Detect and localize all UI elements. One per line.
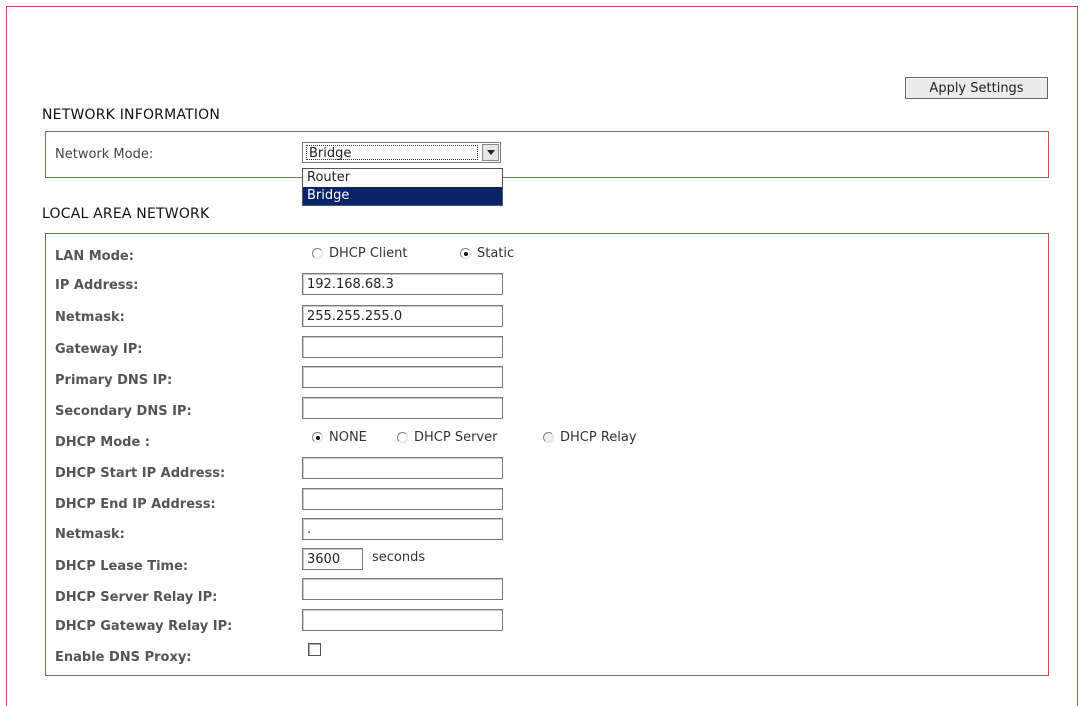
lan-mode-label: LAN Mode:	[55, 249, 134, 264]
dhcp-netmask-label: Netmask:	[55, 527, 125, 542]
lan-mode-static-label: Static	[477, 246, 515, 261]
gateway-ip-label: Gateway IP:	[55, 342, 143, 357]
server-relay-label: DHCP Server Relay IP:	[55, 590, 218, 605]
dhcp-mode-label: DHCP Mode :	[55, 435, 150, 450]
radio-icon[interactable]	[543, 432, 554, 443]
lan-mode-radio-dhcp-client[interactable]: DHCP Client	[312, 246, 407, 261]
radio-selected-icon[interactable]	[460, 248, 471, 259]
secondary-dns-label: Secondary DNS IP:	[55, 404, 192, 419]
radio-selected-icon[interactable]	[312, 432, 323, 443]
gateway-relay-label: DHCP Gateway Relay IP:	[55, 619, 233, 634]
dhcp-netmask-input[interactable]: .	[302, 518, 503, 540]
radio-icon[interactable]	[312, 248, 323, 259]
lan-mode-dhcp-client-label: DHCP Client	[329, 246, 408, 261]
ip-address-label: IP Address:	[55, 278, 139, 293]
network-information-title: NETWORK INFORMATION	[42, 107, 221, 123]
dns-proxy-checkbox[interactable]	[308, 643, 321, 656]
dhcp-mode-radio-server[interactable]: DHCP Server	[397, 430, 497, 445]
network-mode-option-router[interactable]: Router	[303, 169, 502, 187]
netmask-label: Netmask:	[55, 310, 125, 325]
chevron-down-icon[interactable]	[482, 144, 499, 161]
dns-proxy-label: Enable DNS Proxy:	[55, 650, 192, 665]
dhcp-mode-radio-relay[interactable]: DHCP Relay	[543, 430, 637, 445]
dhcp-mode-server-label: DHCP Server	[414, 430, 498, 445]
network-mode-dropdown: Router Bridge	[302, 168, 503, 206]
lease-time-label: DHCP Lease Time:	[55, 559, 189, 574]
netmask-input[interactable]: 255.255.255.0	[302, 305, 503, 327]
gateway-ip-input[interactable]	[302, 336, 503, 358]
secondary-dns-input[interactable]	[302, 397, 503, 419]
network-mode-value: Bridge	[306, 145, 478, 161]
dhcp-start-input[interactable]	[302, 457, 503, 479]
gateway-relay-input[interactable]	[302, 609, 503, 631]
lan-mode-radio-static[interactable]: Static	[460, 246, 514, 261]
dhcp-end-input[interactable]	[302, 488, 503, 510]
dhcp-mode-relay-label: DHCP Relay	[560, 430, 637, 445]
network-mode-select[interactable]: Bridge	[302, 142, 501, 163]
network-information-panel	[45, 131, 1049, 178]
apply-settings-button[interactable]: Apply Settings	[905, 77, 1048, 99]
radio-icon[interactable]	[397, 432, 408, 443]
lease-time-unit: seconds	[372, 550, 426, 565]
dhcp-end-label: DHCP End IP Address:	[55, 497, 216, 512]
ip-address-input[interactable]: 192.168.68.3	[302, 273, 503, 295]
server-relay-input[interactable]	[302, 578, 503, 600]
primary-dns-label: Primary DNS IP:	[55, 373, 173, 388]
local-area-network-title: LOCAL AREA NETWORK	[42, 206, 210, 222]
local-area-network-panel	[45, 233, 1049, 676]
dhcp-mode-radio-none[interactable]: NONE	[312, 430, 367, 445]
lease-time-input[interactable]: 3600	[302, 548, 363, 570]
dhcp-mode-none-label: NONE	[329, 430, 367, 445]
network-mode-label: Network Mode:	[55, 147, 154, 162]
network-mode-option-bridge[interactable]: Bridge	[303, 187, 502, 205]
dhcp-start-label: DHCP Start IP Address:	[55, 466, 226, 481]
primary-dns-input[interactable]	[302, 366, 503, 388]
